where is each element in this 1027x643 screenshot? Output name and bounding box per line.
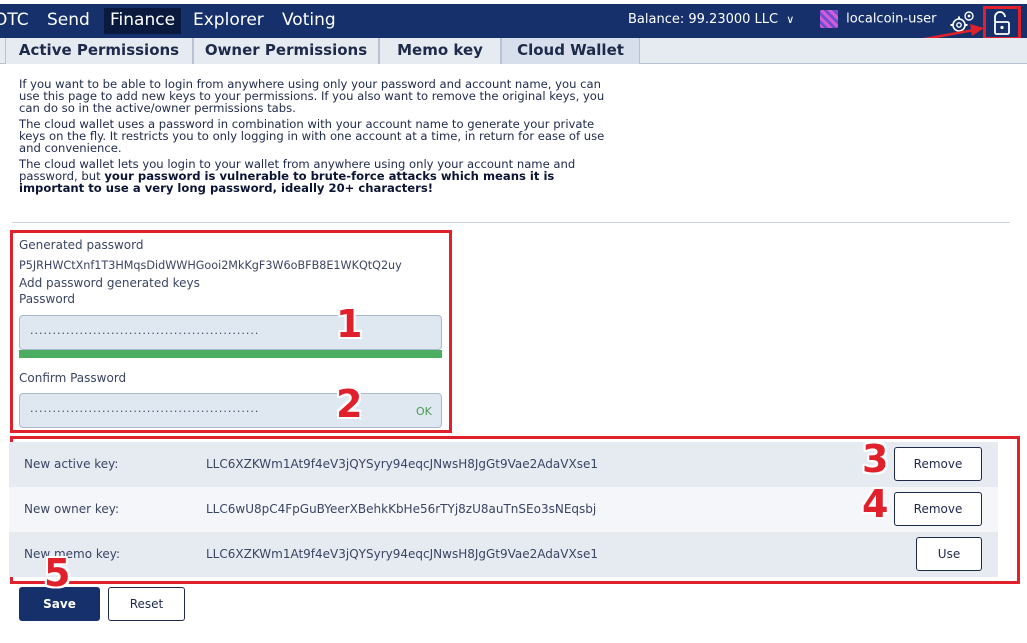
add-keys-label: Add password generated keys xyxy=(19,276,200,290)
owner-key-label: New owner key: xyxy=(24,502,120,516)
password-strength-bar xyxy=(19,350,442,358)
password-input[interactable]: ........................................… xyxy=(19,315,442,350)
reset-button[interactable]: Reset xyxy=(108,587,185,621)
tab-active-permissions[interactable]: Active Permissions xyxy=(5,38,193,64)
confirm-password-input[interactable]: ........................................… xyxy=(19,393,442,428)
unlock-icon xyxy=(994,11,1010,35)
intro-paragraph-2: The cloud wallet uses a password in comb… xyxy=(19,117,605,155)
balance-value: 99.23000 LLC xyxy=(688,12,779,27)
generated-password-label: Generated password xyxy=(19,238,144,252)
remove-active-key-button[interactable]: Remove xyxy=(894,447,982,481)
nav-send[interactable]: Send xyxy=(41,8,96,34)
owner-key-value: LLC6wU8pC4FpGuBYeerXBehkKbHe56rTYj8zU8au… xyxy=(206,502,597,516)
tab-memo-key[interactable]: Memo key xyxy=(379,38,501,64)
balance-label: Balance: xyxy=(628,12,685,27)
key-row-memo: New memo key: LLC6XZKWm1At9f4eV3jQYSyry9… xyxy=(9,532,998,577)
confirm-password-label: Confirm Password xyxy=(19,371,127,385)
annotation-2: 2 xyxy=(336,382,363,426)
use-memo-key-button[interactable]: Use xyxy=(916,537,982,571)
intro-text: If you want to be able to login from any… xyxy=(19,78,609,198)
nav-explorer[interactable]: Explorer xyxy=(187,8,270,34)
tab-owner-permissions[interactable]: Owner Permissions xyxy=(193,38,379,64)
active-key-label: New active key: xyxy=(24,457,119,471)
memo-key-value: LLC6XZKWm1At9f4eV3jQYSyry94eqcJNwsH8JgGt… xyxy=(206,547,598,561)
annotation-5: 5 xyxy=(44,551,71,595)
nav-voting[interactable]: Voting xyxy=(276,8,342,34)
memo-key-label: New memo key: xyxy=(24,547,121,561)
divider xyxy=(12,222,1010,223)
generated-password-value: P5JRHWCtXnf1T3HMqsDidWWHGooi2MkKgF3W6oBF… xyxy=(19,259,402,272)
balance-dropdown[interactable]: Balance: 99.23000 LLC ∨ xyxy=(628,12,794,27)
cloud-wallet-panel: If you want to be able to login from any… xyxy=(0,64,1027,643)
password-label: Password xyxy=(19,292,76,306)
active-key-value: LLC6XZKWm1At9f4eV3jQYSyry94eqcJNwsH8JgGt… xyxy=(206,457,598,471)
nav-finance[interactable]: Finance xyxy=(104,8,182,34)
confirm-status: OK xyxy=(416,405,432,418)
key-row-active: New active key: LLC6XZKWm1At9f4eV3jQYSyr… xyxy=(9,442,998,487)
nav-otc[interactable]: OTC xyxy=(0,8,35,34)
annotation-1: 1 xyxy=(336,302,363,346)
intro-paragraph-1: If you want to be able to login from any… xyxy=(19,77,605,115)
chevron-down-icon: ∨ xyxy=(786,13,795,26)
tab-cloud-wallet[interactable]: Cloud Wallet xyxy=(501,38,640,64)
intro-paragraph-3: The cloud wallet lets you login to your … xyxy=(19,158,609,194)
annotation-4: 4 xyxy=(862,482,889,526)
avatar xyxy=(820,10,838,28)
key-row-owner: New owner key: LLC6wU8pC4FpGuBYeerXBehkK… xyxy=(9,487,998,532)
annotation-3: 3 xyxy=(862,437,889,481)
remove-owner-key-button[interactable]: Remove xyxy=(894,492,982,526)
permissions-tabs: Active Permissions Owner Permissions Mem… xyxy=(0,38,1027,64)
